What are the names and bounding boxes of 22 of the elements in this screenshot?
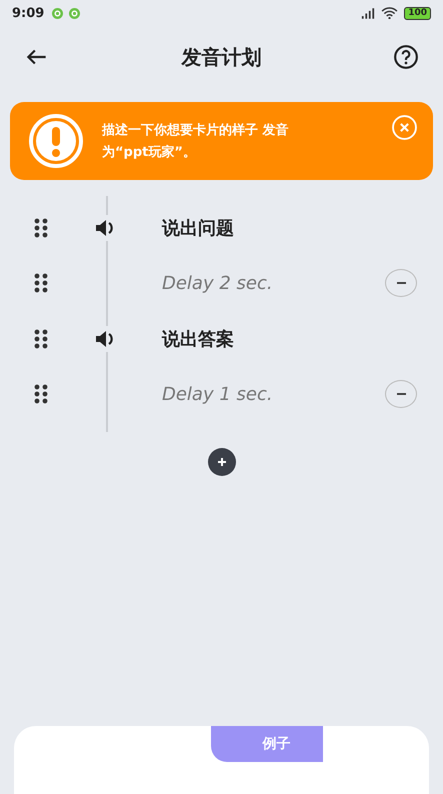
step-label: 说出答案 <box>162 328 234 351</box>
app-notification-icon <box>69 8 80 18</box>
minus-icon <box>396 282 406 284</box>
example-tab[interactable]: 例子 <box>210 726 322 762</box>
drag-handle-icon[interactable] <box>34 218 48 238</box>
page-title: 发音计划 <box>182 44 262 70</box>
delay-label: Delay 2 sec. <box>162 272 273 294</box>
help-icon[interactable] <box>393 44 419 70</box>
battery-level: 100 <box>404 6 431 20</box>
add-icon[interactable] <box>208 448 236 476</box>
drag-handle-icon[interactable] <box>34 273 48 294</box>
delay-label: Delay 1 sec. <box>162 384 273 405</box>
alert-message: 描述一下你想要卡片的样子 发音为“ppt玩家”。 <box>102 122 290 162</box>
step-label: 说出问题 <box>162 216 234 240</box>
drag-handle-icon[interactable] <box>34 328 48 349</box>
app-notification-icon <box>52 8 64 18</box>
status-time: 9:09 <box>12 6 44 20</box>
exclamation-icon <box>28 113 84 169</box>
signal-icon <box>361 8 376 18</box>
wifi-icon <box>381 7 398 19</box>
minus-icon <box>396 393 406 396</box>
drag-handle-icon[interactable] <box>34 384 48 404</box>
